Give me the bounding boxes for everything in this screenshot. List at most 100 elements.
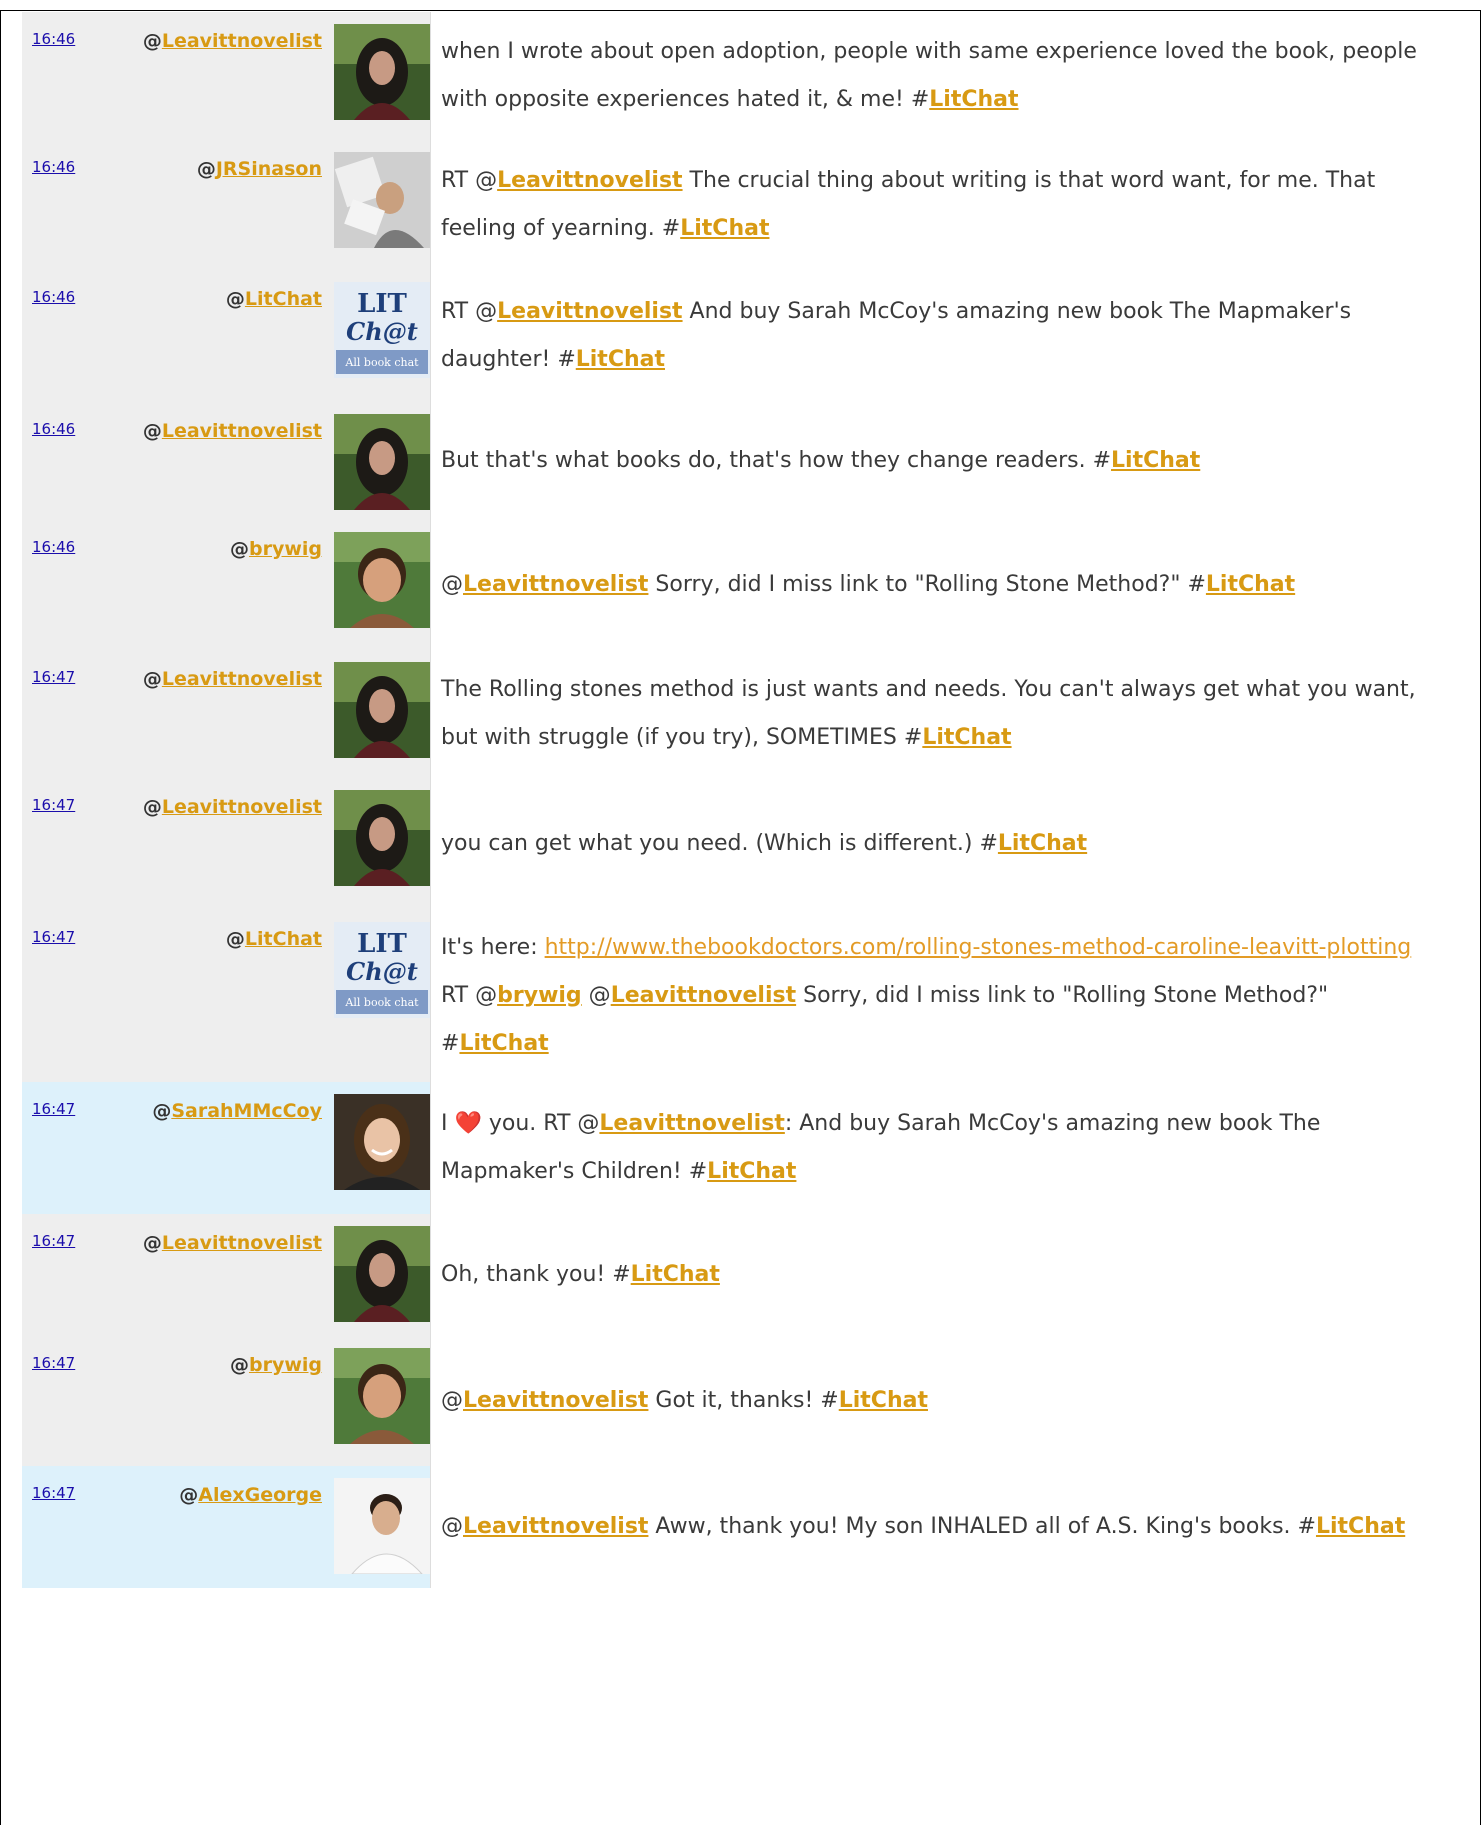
user-handle-link[interactable]: brywig <box>249 538 322 560</box>
tweet-meta: 16:47 @Leavittnovelist <box>22 778 431 910</box>
mention-link[interactable]: Leavittnovelist <box>497 168 682 193</box>
litchat-logo[interactable]: LIT Ch@t All book chat <box>334 282 430 378</box>
user-handle-link[interactable]: JRSinason <box>216 158 322 180</box>
tweet-message: I ❤️ you. RT @Leavittnovelist: And buy S… <box>431 1100 1462 1196</box>
tweet-time-link[interactable]: 16:46 <box>32 420 75 438</box>
tweet-message-cell: It's here: http://www.thebookdoctors.com… <box>430 910 1462 1082</box>
mention-link[interactable]: Leavittnovelist <box>463 572 648 597</box>
mention-link[interactable]: Leavittnovelist <box>611 983 796 1008</box>
mention-link[interactable]: Leavittnovelist <box>497 299 682 324</box>
at-sign: @ <box>142 420 162 442</box>
tweet-message: when I wrote about open adoption, people… <box>431 28 1462 124</box>
hashtag-link[interactable]: LitChat <box>1316 1514 1405 1539</box>
tweet-time-link[interactable]: 16:47 <box>32 1484 75 1502</box>
at-sign: @ <box>142 30 162 52</box>
tweet-time-link[interactable]: 16:46 <box>32 30 75 48</box>
user-handle-link[interactable]: LitChat <box>245 928 322 950</box>
reader-avatar[interactable] <box>334 152 430 248</box>
tweet-time-link[interactable]: 16:46 <box>32 158 75 176</box>
tweet-user: @LitChat <box>226 928 322 950</box>
mention-link[interactable]: Leavittnovelist <box>463 1514 648 1539</box>
hashtag-link[interactable]: LitChat <box>922 725 1011 750</box>
tweet-time-link[interactable]: 16:47 <box>32 1100 75 1118</box>
message-text: @ <box>581 983 611 1008</box>
user-handle-link[interactable]: Leavittnovelist <box>162 420 322 442</box>
mention-link[interactable]: brywig <box>497 983 582 1008</box>
message-text: @ <box>441 572 463 597</box>
tweet-user: @brywig <box>230 538 322 560</box>
hashtag-link[interactable]: LitChat <box>1206 572 1295 597</box>
litchat-logo[interactable]: LIT Ch@t All book chat <box>334 922 430 1018</box>
user-handle-link[interactable]: Leavittnovelist <box>162 30 322 52</box>
tweet-meta: 16:46 @brywig <box>22 520 431 650</box>
svg-text:Ch@t: Ch@t <box>346 957 418 986</box>
caroline-avatar[interactable] <box>334 662 430 758</box>
tweet-message-cell: when I wrote about open adoption, people… <box>430 12 1462 140</box>
tweet-time-link[interactable]: 16:46 <box>32 288 75 306</box>
hashtag-link[interactable]: LitChat <box>998 831 1087 856</box>
hashtag-link[interactable]: LitChat <box>576 347 665 372</box>
hashtag-link[interactable]: LitChat <box>631 1262 720 1287</box>
tweet-row: 16:47 @AlexGeorge @Leavittnovelist Aww, th… <box>22 1466 1462 1588</box>
tweet-row: 16:46 @Leavittnovelist But that's what boo… <box>22 402 1462 520</box>
svg-text:LIT: LIT <box>357 289 407 319</box>
tweet-time-link[interactable]: 16:47 <box>32 928 75 946</box>
caroline-avatar[interactable] <box>334 24 430 120</box>
hashtag-link[interactable]: LitChat <box>707 1159 796 1184</box>
at-sign: @ <box>229 1354 249 1376</box>
mention-link[interactable]: Leavittnovelist <box>463 1388 648 1413</box>
tweet-row: 16:47 @LitChat LIT Ch@t All book chat It's he… <box>22 910 1462 1082</box>
message-text: Aww, thank you! My son INHALED all of A.… <box>648 1514 1316 1539</box>
tweet-meta: 16:47 @LitChat LIT Ch@t All book chat <box>22 910 431 1082</box>
tweet-time-link[interactable]: 16:47 <box>32 796 75 814</box>
caroline-avatar[interactable] <box>334 414 430 510</box>
tweet-user: @brywig <box>230 1354 322 1376</box>
caroline-avatar[interactable] <box>334 1226 430 1322</box>
tweet-time-link[interactable]: 16:47 <box>32 1232 75 1250</box>
tweet-user: @AlexGeorge <box>179 1484 322 1506</box>
user-handle-link[interactable]: Leavittnovelist <box>162 668 322 690</box>
hashtag-link[interactable]: LitChat <box>1111 448 1200 473</box>
user-handle-link[interactable]: brywig <box>249 1354 322 1376</box>
user-handle-link[interactable]: SarahMMcCoy <box>171 1100 322 1122</box>
tweet-time-link[interactable]: 16:47 <box>32 668 75 686</box>
tweet-message: you can get what you need. (Which is dif… <box>431 820 1462 868</box>
message-text: I ❤️ you. RT @ <box>441 1111 600 1136</box>
brywig-avatar[interactable] <box>334 1348 430 1444</box>
sarah-avatar[interactable] <box>334 1094 430 1190</box>
svg-text:All book chat: All book chat <box>344 356 419 369</box>
tweet-time-link[interactable]: 16:46 <box>32 538 75 556</box>
tweet-row: 16:46 @brywig @Leavittnovelist Sorry, did … <box>22 520 1462 650</box>
user-handle-link[interactable]: LitChat <box>245 288 322 310</box>
hashtag-link[interactable]: LitChat <box>459 1031 548 1056</box>
brywig-avatar[interactable] <box>334 532 430 628</box>
tweet-message: @Leavittnovelist Sorry, did I miss link … <box>431 561 1462 609</box>
at-sign: @ <box>152 1100 172 1122</box>
url-link[interactable]: http://www.thebookdoctors.com/rolling-st… <box>545 935 1412 960</box>
tweet-meta: 16:47 @SarahMMcCoy <box>22 1082 431 1214</box>
message-text: RT @ <box>441 983 498 1008</box>
caroline-avatar[interactable] <box>334 790 430 886</box>
tweet-row: 16:46 @LitChat LIT Ch@t All book chat RT @Lea… <box>22 270 1462 402</box>
tweet-row: 16:47 @brywig @ Leavittnovelist Got it, tha… <box>22 1336 1462 1466</box>
tweet-user: @Leavittnovelist <box>143 420 322 442</box>
hashtag-link[interactable]: LitChat <box>839 1388 928 1413</box>
hashtag-link[interactable]: LitChat <box>680 216 769 241</box>
tweet-meta: 16:46 @Leavittnovelist <box>22 12 431 140</box>
tweet-row: 16:47 @Leavittnovelist Oh, thank you! #Lit… <box>22 1214 1462 1336</box>
mention-link[interactable]: Leavittnovelist <box>599 1111 784 1136</box>
user-handle-link[interactable]: AlexGeorge <box>198 1484 322 1506</box>
svg-text:Ch@t: Ch@t <box>346 317 418 346</box>
hashtag-link[interactable]: LitChat <box>929 87 1018 112</box>
tweet-user: @Leavittnovelist <box>143 1232 322 1254</box>
alex-avatar[interactable] <box>334 1478 430 1574</box>
tweet-meta: 16:47 @brywig <box>22 1336 431 1466</box>
at-sign: @ <box>225 288 245 310</box>
at-sign: @ <box>225 928 245 950</box>
user-handle-link[interactable]: Leavittnovelist <box>162 1232 322 1254</box>
tweet-table: 16:46 @Leavittnovelist when I wrote about … <box>22 12 1462 1588</box>
user-handle-link[interactable]: Leavittnovelist <box>162 796 322 818</box>
tweet-message: RT @Leavittnovelist The crucial thing ab… <box>431 157 1462 253</box>
tweet-time-link[interactable]: 16:47 <box>32 1354 75 1372</box>
message-text: Got it, thanks! # <box>648 1388 839 1413</box>
